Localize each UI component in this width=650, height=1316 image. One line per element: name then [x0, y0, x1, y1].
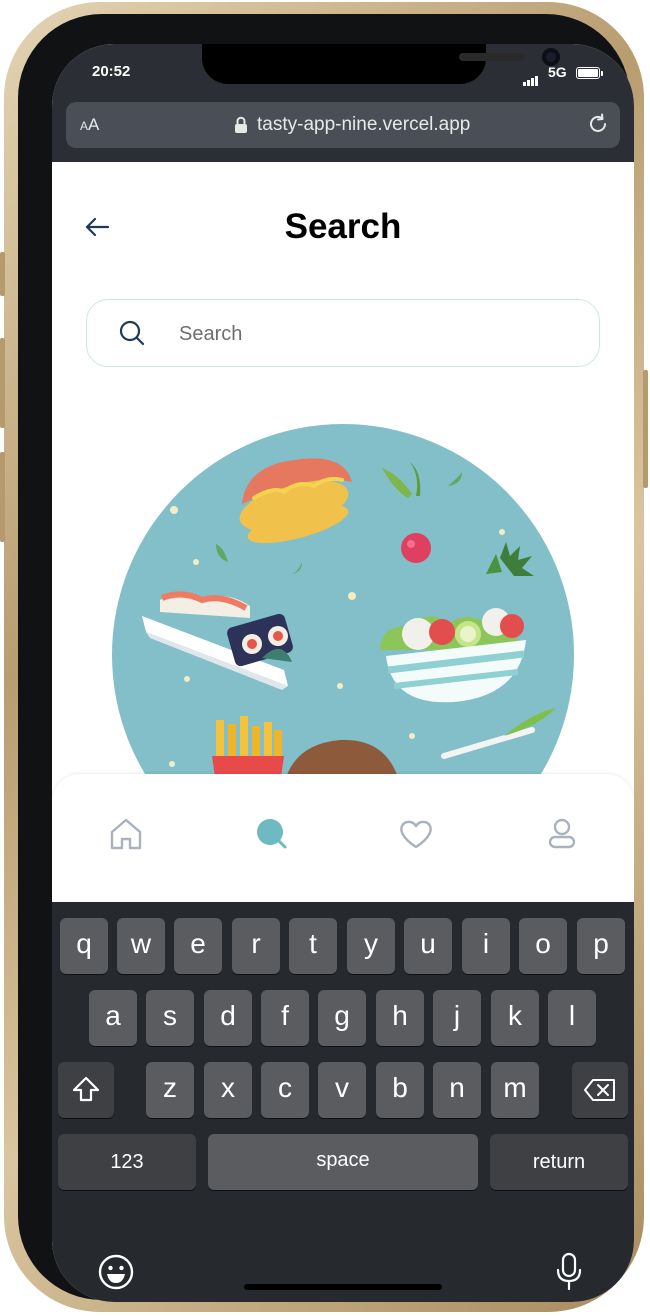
key-d[interactable]: d: [204, 990, 252, 1046]
heart-icon[interactable]: [396, 814, 436, 854]
home-indicator[interactable]: [244, 1284, 442, 1290]
volume-down-button: [0, 452, 5, 542]
shift-icon: [72, 1076, 100, 1102]
key-y[interactable]: y: [347, 918, 395, 974]
key-z[interactable]: z: [146, 1062, 194, 1118]
silent-switch: [0, 252, 5, 296]
search-bar[interactable]: [86, 299, 600, 367]
profile-icon[interactable]: [542, 814, 582, 854]
browser-top-bar: 20:52 5G AA tasty-app-nine.vercel.app: [52, 44, 634, 162]
key-l[interactable]: l: [548, 990, 596, 1046]
key-w[interactable]: w: [117, 918, 165, 974]
key-c[interactable]: c: [261, 1062, 309, 1118]
keyboard: q w e r t y u i o p a s d f g h j k l z …: [52, 902, 634, 1302]
key-q[interactable]: q: [60, 918, 108, 974]
key-a[interactable]: a: [89, 990, 137, 1046]
key-p[interactable]: p: [577, 918, 625, 974]
volume-up-button: [0, 338, 5, 428]
food-illustration: [112, 424, 574, 784]
url-text: tasty-app-nine.vercel.app: [257, 114, 471, 135]
page-title: Search: [284, 207, 402, 246]
url-bar[interactable]: AA tasty-app-nine.vercel.app: [66, 102, 620, 148]
signal-icon: [523, 68, 539, 86]
reload-icon[interactable]: [586, 112, 610, 136]
power-button: [643, 370, 648, 488]
key-k[interactable]: k: [491, 990, 539, 1046]
search-icon[interactable]: [252, 814, 292, 854]
key-m[interactable]: m: [491, 1062, 539, 1118]
search-icon: [119, 320, 145, 346]
key-i[interactable]: i: [462, 918, 510, 974]
key-g[interactable]: g: [318, 990, 366, 1046]
text-size-large-label: A: [88, 115, 100, 134]
battery-icon: [576, 67, 603, 79]
phone-frame: 20:52 5G AA tasty-app-nine.vercel.app Se…: [0, 2, 648, 1312]
return-key[interactable]: return: [490, 1134, 628, 1190]
space-key[interactable]: space: [208, 1134, 478, 1190]
search-input[interactable]: [177, 314, 581, 354]
key-h[interactable]: h: [376, 990, 424, 1046]
key-e[interactable]: e: [174, 918, 222, 974]
notch: [202, 44, 560, 84]
key-j[interactable]: j: [433, 990, 481, 1046]
text-size-small-label: A: [80, 119, 89, 133]
emoji-icon[interactable]: [98, 1254, 134, 1290]
bottom-nav: [52, 774, 634, 904]
key-f[interactable]: f: [261, 990, 309, 1046]
text-size-button[interactable]: AA: [80, 115, 99, 135]
key-u[interactable]: u: [404, 918, 452, 974]
key-r[interactable]: r: [232, 918, 280, 974]
numbers-key[interactable]: 123: [58, 1134, 196, 1190]
backspace-key[interactable]: [572, 1062, 628, 1118]
home-icon[interactable]: [106, 814, 146, 854]
key-s[interactable]: s: [146, 990, 194, 1046]
url-container[interactable]: tasty-app-nine.vercel.app: [234, 114, 470, 136]
key-v[interactable]: v: [318, 1062, 366, 1118]
microphone-icon[interactable]: [556, 1252, 582, 1292]
key-n[interactable]: n: [433, 1062, 481, 1118]
shift-key[interactable]: [58, 1062, 114, 1118]
key-b[interactable]: b: [376, 1062, 424, 1118]
network-label: 5G: [548, 64, 567, 80]
speaker: [459, 53, 525, 61]
key-t[interactable]: t: [289, 918, 337, 974]
phone-bezel: 20:52 5G AA tasty-app-nine.vercel.app Se…: [18, 14, 634, 1302]
backspace-icon: [584, 1079, 615, 1101]
status-time: 20:52: [92, 63, 131, 80]
key-o[interactable]: o: [519, 918, 567, 974]
key-x[interactable]: x: [204, 1062, 252, 1118]
screen: 20:52 5G AA tasty-app-nine.vercel.app Se…: [52, 44, 634, 1302]
lock-icon: [235, 116, 247, 133]
